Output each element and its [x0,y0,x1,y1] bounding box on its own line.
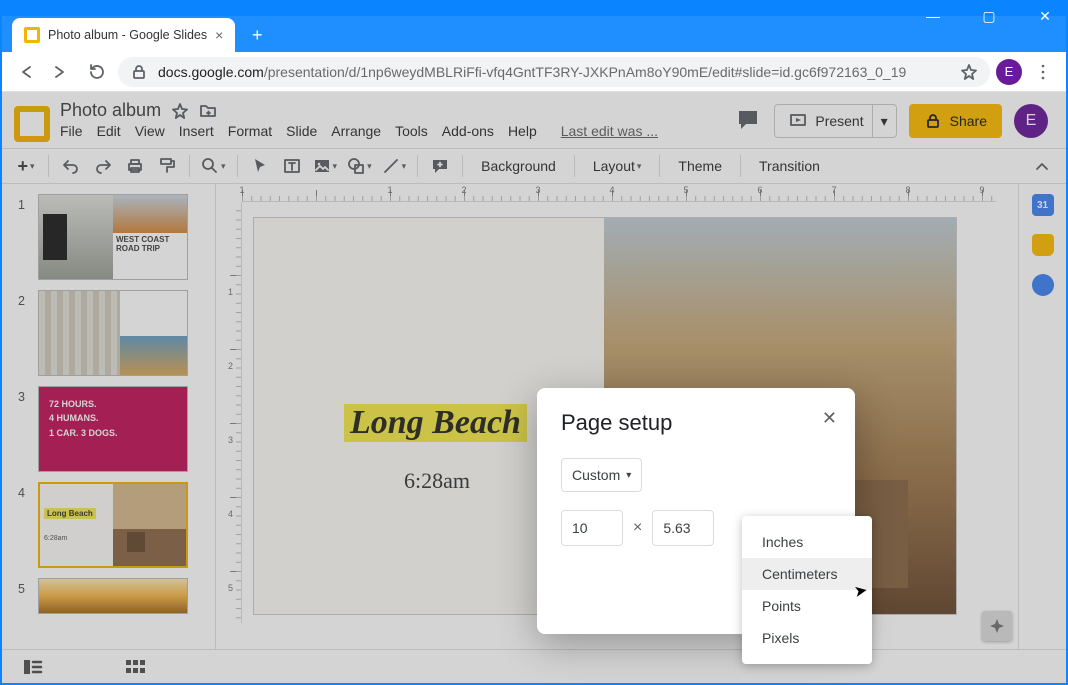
page-size-preset-select[interactable]: Custom▾ [561,458,642,492]
window-close[interactable]: ✕ [1028,8,1062,25]
arrow-left-icon [16,63,34,81]
nav-reload-button[interactable] [82,57,112,87]
dimension-times-icon: × [633,519,642,537]
page-height-input[interactable] [652,510,714,546]
tab-title: Photo album - Google Slides [48,28,207,42]
dialog-close-button[interactable]: ✕ [822,408,837,429]
slides-icon [24,27,40,43]
tab-close-icon[interactable]: × [215,27,223,43]
modal-scrim[interactable] [2,92,1066,683]
reload-icon [88,63,106,81]
lock-icon [130,63,148,81]
nav-back-button[interactable] [10,57,40,87]
browser-profile-avatar[interactable]: E [996,59,1022,85]
units-option-inches[interactable]: Inches [742,526,872,558]
browser-tab[interactable]: Photo album - Google Slides × [12,18,235,52]
nav-forward-button [46,57,76,87]
arrow-right-icon [52,63,70,81]
units-dropdown: Inches Centimeters Points Pixels [742,516,872,664]
browser-menu-button[interactable] [1028,57,1058,87]
units-option-centimeters[interactable]: Centimeters [742,558,872,590]
kebab-icon [1034,63,1052,81]
address-bar[interactable]: docs.google.com/presentation/d/1np6weydM… [118,57,990,87]
new-tab-button[interactable]: + [243,21,271,49]
units-option-pixels[interactable]: Pixels [742,622,872,654]
url-text: docs.google.com/presentation/d/1np6weydM… [158,64,950,80]
window-maximize[interactable]: ▢ [972,8,1006,25]
star-icon[interactable] [960,63,978,81]
page-width-input[interactable] [561,510,623,546]
units-option-points[interactable]: Points [742,590,872,622]
dialog-title: Page setup [561,410,831,436]
window-minimize[interactable]: — [916,8,950,25]
